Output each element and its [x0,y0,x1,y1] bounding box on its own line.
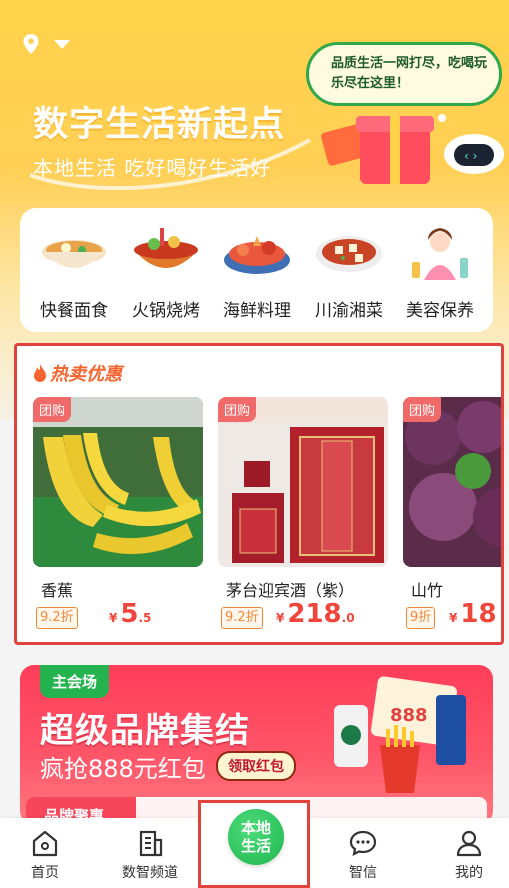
slogan-bubble: 品质生活一网打尽，吃喝玩乐尽在这里！ [306,42,502,106]
nav-digital-channel[interactable]: 数智频道 [105,828,195,882]
local-life-button[interactable]: 本地 生活 [228,809,284,865]
nav-label: 智信 [349,865,377,881]
category-haixian[interactable]: 海鲜料理 [217,222,297,321]
location-dropdown-icon[interactable] [54,40,70,49]
product-image [218,397,388,567]
category-label: 海鲜料理 [223,301,291,321]
nav-local-life-highlight: 本地 生活 [198,800,310,888]
nav-label: 数智频道 [122,865,178,881]
discount-badge: 9.2折 [36,607,78,629]
product-name: 茅台迎宾酒（紫） [226,581,355,600]
location-icon[interactable] [22,33,40,55]
noodle-bowl-icon [42,240,106,268]
user-icon [456,830,482,857]
category-label: 火锅烧烤 [132,301,200,321]
mapo-tofu-icon [316,236,382,272]
product-image [33,397,203,567]
hotpot-icon [134,228,198,268]
discount-badge: 9.2折 [221,607,263,629]
product-image [403,397,501,567]
nav-home[interactable]: 首页 [0,828,90,882]
product-price: ¥5.5 [109,599,152,629]
product-price: ¥18 [449,599,497,629]
nav-label: 首页 [31,865,59,881]
category-kuaican[interactable]: 快餐面食 [34,222,114,321]
claim-red-packet-button[interactable]: 领取红包 [216,751,296,781]
home-icon [32,830,58,857]
category-huoguo[interactable]: 火锅烧烤 [126,222,206,321]
flame-icon [34,364,46,382]
category-chuanyu[interactable]: 川渝湘菜 [309,222,389,321]
discount-badge: 9折 [406,607,436,629]
hero-title: 数字生活新起点 [33,105,286,145]
hero-subtitle: 本地生活 吃好喝好生活好 [33,156,272,180]
category-label: 川渝湘菜 [315,301,383,321]
banner-subtitle: 疯抢888元红包 [40,755,206,783]
group-buy-badge: 团购 [218,397,257,422]
nav-label: 我的 [455,865,483,881]
building-icon [139,830,163,857]
fast-food-illustration: 888 [334,676,466,793]
category-panel: 快餐面食 火锅烧烤 海鲜料理 川渝湘菜 美容保养 [20,208,493,332]
banner-title: 超级品牌集结 [40,711,250,751]
main-venue-tag: 主会场 [40,665,110,698]
category-label: 美容保养 [406,301,474,321]
svg-text:888: 888 [390,705,428,726]
nav-message[interactable]: 智信 [318,828,408,882]
group-buy-badge: 团购 [33,397,72,422]
gift-robot-illustration: ‹ › [321,114,504,184]
hot-sale-title: 热卖优惠 [50,364,122,385]
group-buy-badge: 团购 [403,397,442,422]
product-price: ¥218.0 [276,599,355,629]
nav-mine[interactable]: 我的 [424,828,509,882]
product-name: 香蕉 [41,581,74,600]
hot-sale-header: 热卖优惠 [33,360,122,386]
beauty-icon [412,228,468,280]
category-label: 快餐面食 [40,301,108,321]
svg-text:‹ ›: ‹ › [464,149,477,163]
hot-sale-section: 热卖优惠 团购 香蕉 9.2折 ¥5.5 团购 茅台迎宾酒（紫） 9.2折 ¥ … [14,343,504,645]
product-name: 山竹 [411,581,444,600]
category-meirong[interactable]: 美容保养 [400,222,480,321]
seafood-icon [224,236,290,274]
chat-icon [349,830,377,856]
